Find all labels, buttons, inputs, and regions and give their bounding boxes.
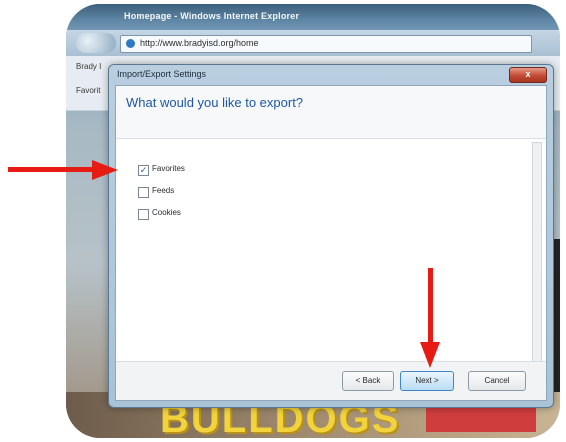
ie-page-icon (126, 39, 135, 48)
next-button[interactable]: Next > (400, 371, 454, 391)
dialog-footer: < Back Next > Cancel (116, 361, 546, 400)
back-forward-buttons[interactable] (76, 33, 116, 53)
option-label: Favorites (152, 164, 185, 173)
import-export-dialog: Import/Export Settings x What would you … (108, 64, 554, 408)
arrow-right-icon (92, 160, 118, 180)
favorites-button[interactable]: Favorit (76, 86, 100, 95)
annotation-arrow-vertical (428, 268, 433, 348)
dialog-heading: What would you like to export? (126, 95, 304, 110)
address-bar[interactable]: http://www.bradyisd.org/home (120, 35, 532, 53)
dialog-content: What would you like to export? ✓ Favorit… (115, 85, 547, 401)
browser-window-title: Homepage - Windows Internet Explorer (124, 11, 300, 21)
browser-title-bar: Homepage - Windows Internet Explorer (66, 4, 560, 30)
close-icon: x (525, 69, 531, 79)
browser-address-row: http://www.bradyisd.org/home (66, 30, 560, 56)
cookies-checkbox[interactable] (138, 209, 149, 220)
back-button[interactable]: < Back (342, 371, 394, 391)
dialog-title: Import/Export Settings (117, 69, 207, 79)
feeds-checkbox[interactable] (138, 187, 149, 198)
browser-tab[interactable]: Brady I (76, 62, 101, 71)
option-label: Cookies (152, 208, 181, 217)
page-red-banner (426, 408, 536, 432)
close-button[interactable]: x (509, 67, 547, 83)
dialog-title-bar[interactable]: Import/Export Settings x (109, 65, 553, 83)
address-text: http://www.bradyisd.org/home (140, 38, 259, 48)
favorites-checkbox[interactable]: ✓ (138, 165, 149, 176)
vertical-scrollbar[interactable] (532, 142, 542, 366)
annotation-arrow-horizontal (8, 167, 96, 172)
dialog-header: What would you like to export? (116, 86, 546, 139)
cancel-button[interactable]: Cancel (468, 371, 526, 391)
checkmark-icon: ✓ (139, 165, 148, 175)
arrow-down-icon (420, 342, 440, 368)
option-label: Feeds (152, 186, 175, 195)
